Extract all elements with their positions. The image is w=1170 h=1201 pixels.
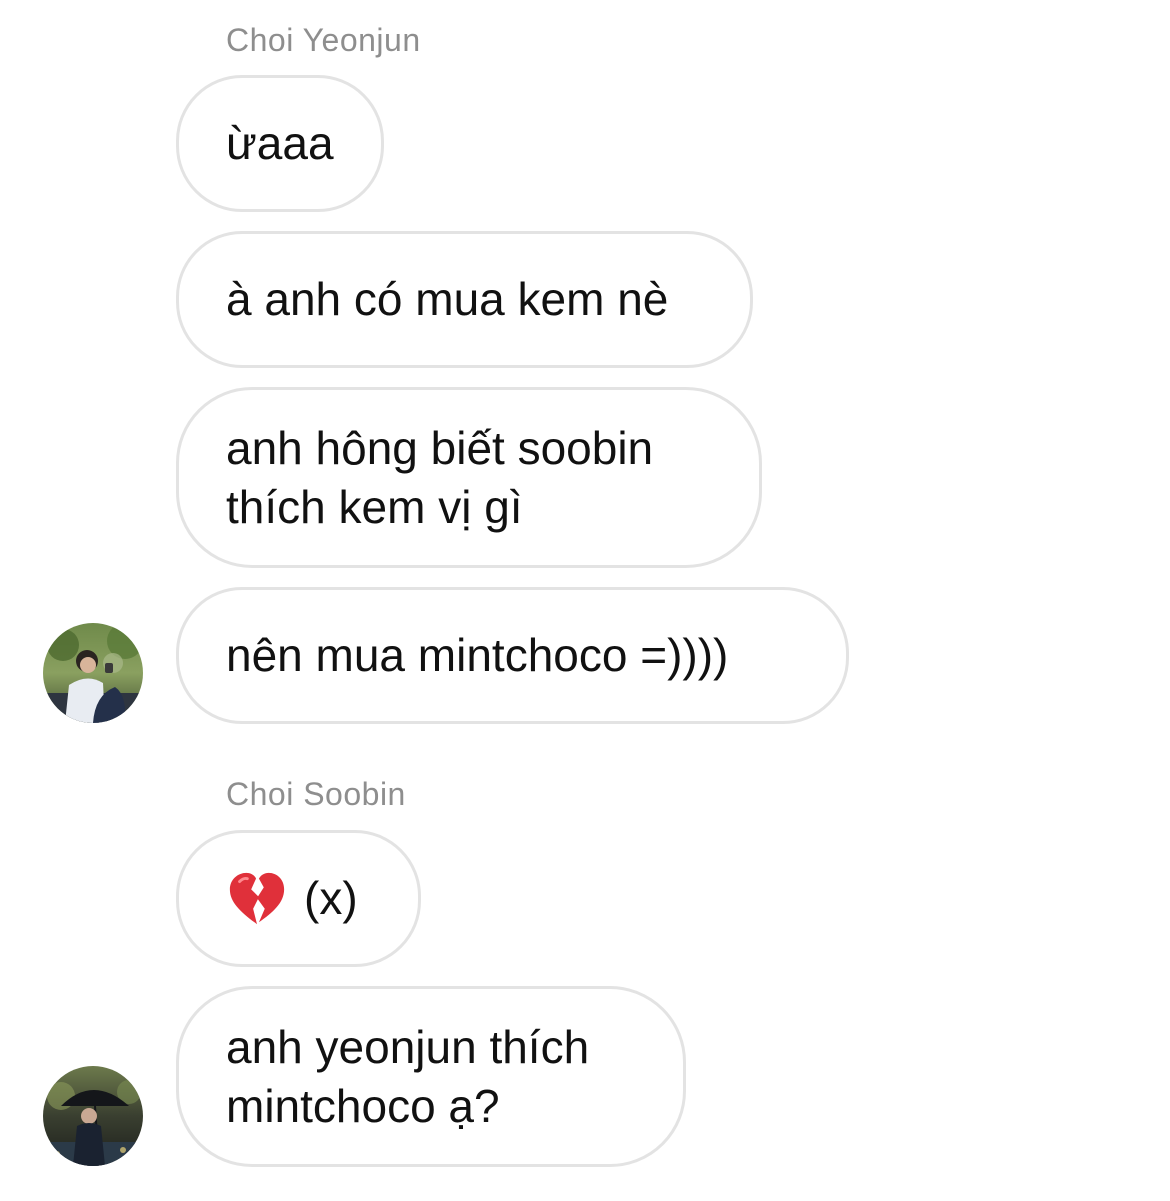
message-text: (x) [304,872,358,924]
message-bubble[interactable]: anh hông biết soobin thích kem vị gì [176,387,762,568]
message-bubble[interactable]: à anh có mua kem nè [176,231,753,368]
message-bubble[interactable]: ừaaa [176,75,384,212]
sender-name-soobin: Choi Soobin [226,776,406,812]
sender-name-yeonjun: Choi Yeonjun [226,22,421,58]
message-bubble[interactable]: (x) [176,830,421,967]
avatar-yeonjun[interactable] [43,623,143,723]
message-bubble[interactable]: nên mua mintchoco =)))) [176,587,849,724]
message-bubble[interactable]: anh yeonjun thích mintchoco ạ? [176,986,686,1167]
broken-heart-icon [226,868,288,930]
message-text: anh yeonjun thích mintchoco ạ? [226,1020,590,1132]
message-text: nên mua mintchoco =)))) [226,629,729,681]
avatar-soobin[interactable] [43,1066,143,1166]
message-text: anh hông biết soobin thích kem vị gì [226,421,654,533]
message-text: ừaaa [226,117,334,169]
message-text: à anh có mua kem nè [226,273,669,325]
